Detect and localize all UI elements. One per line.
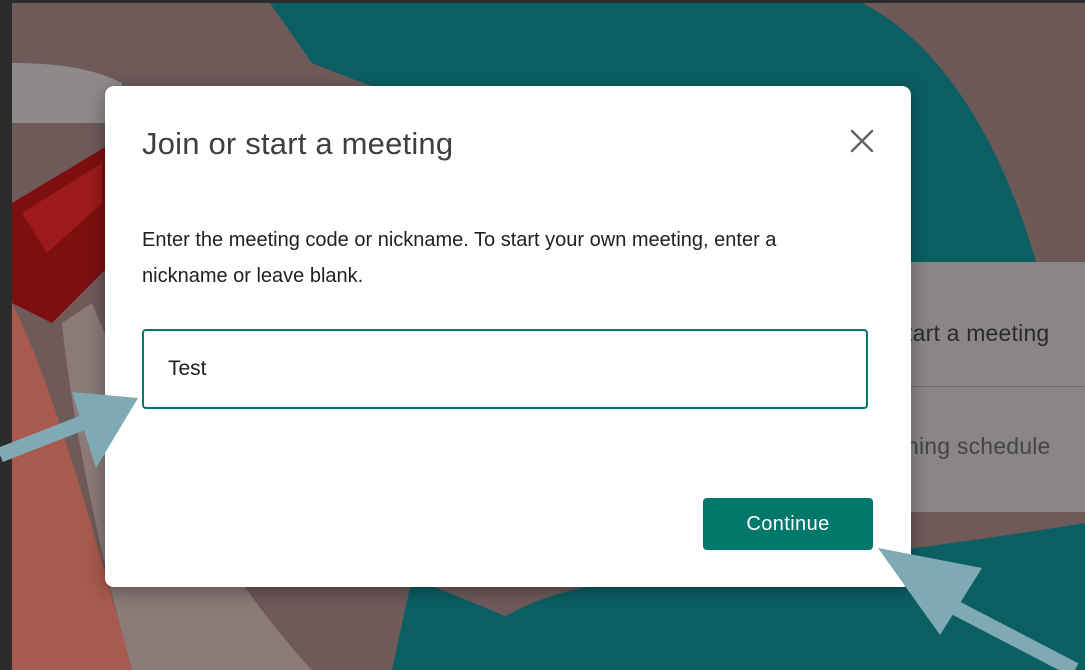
dialog-title: Join or start a meeting bbox=[142, 126, 454, 161]
continue-button[interactable]: Continue bbox=[703, 498, 873, 550]
meeting-code-input[interactable] bbox=[142, 329, 868, 409]
close-button[interactable] bbox=[845, 124, 879, 158]
join-meeting-dialog: Join or start a meeting Enter the meetin… bbox=[105, 86, 911, 587]
window-frame-top bbox=[0, 0, 1085, 3]
close-icon bbox=[850, 129, 874, 153]
window-frame-left bbox=[0, 0, 12, 670]
background-card-row-start-label: tart a meeting bbox=[906, 320, 1050, 346]
dialog-description: Enter the meeting code or nickname. To s… bbox=[142, 229, 777, 287]
background-card-row-scheduled-label: hing schedule bbox=[906, 433, 1051, 459]
